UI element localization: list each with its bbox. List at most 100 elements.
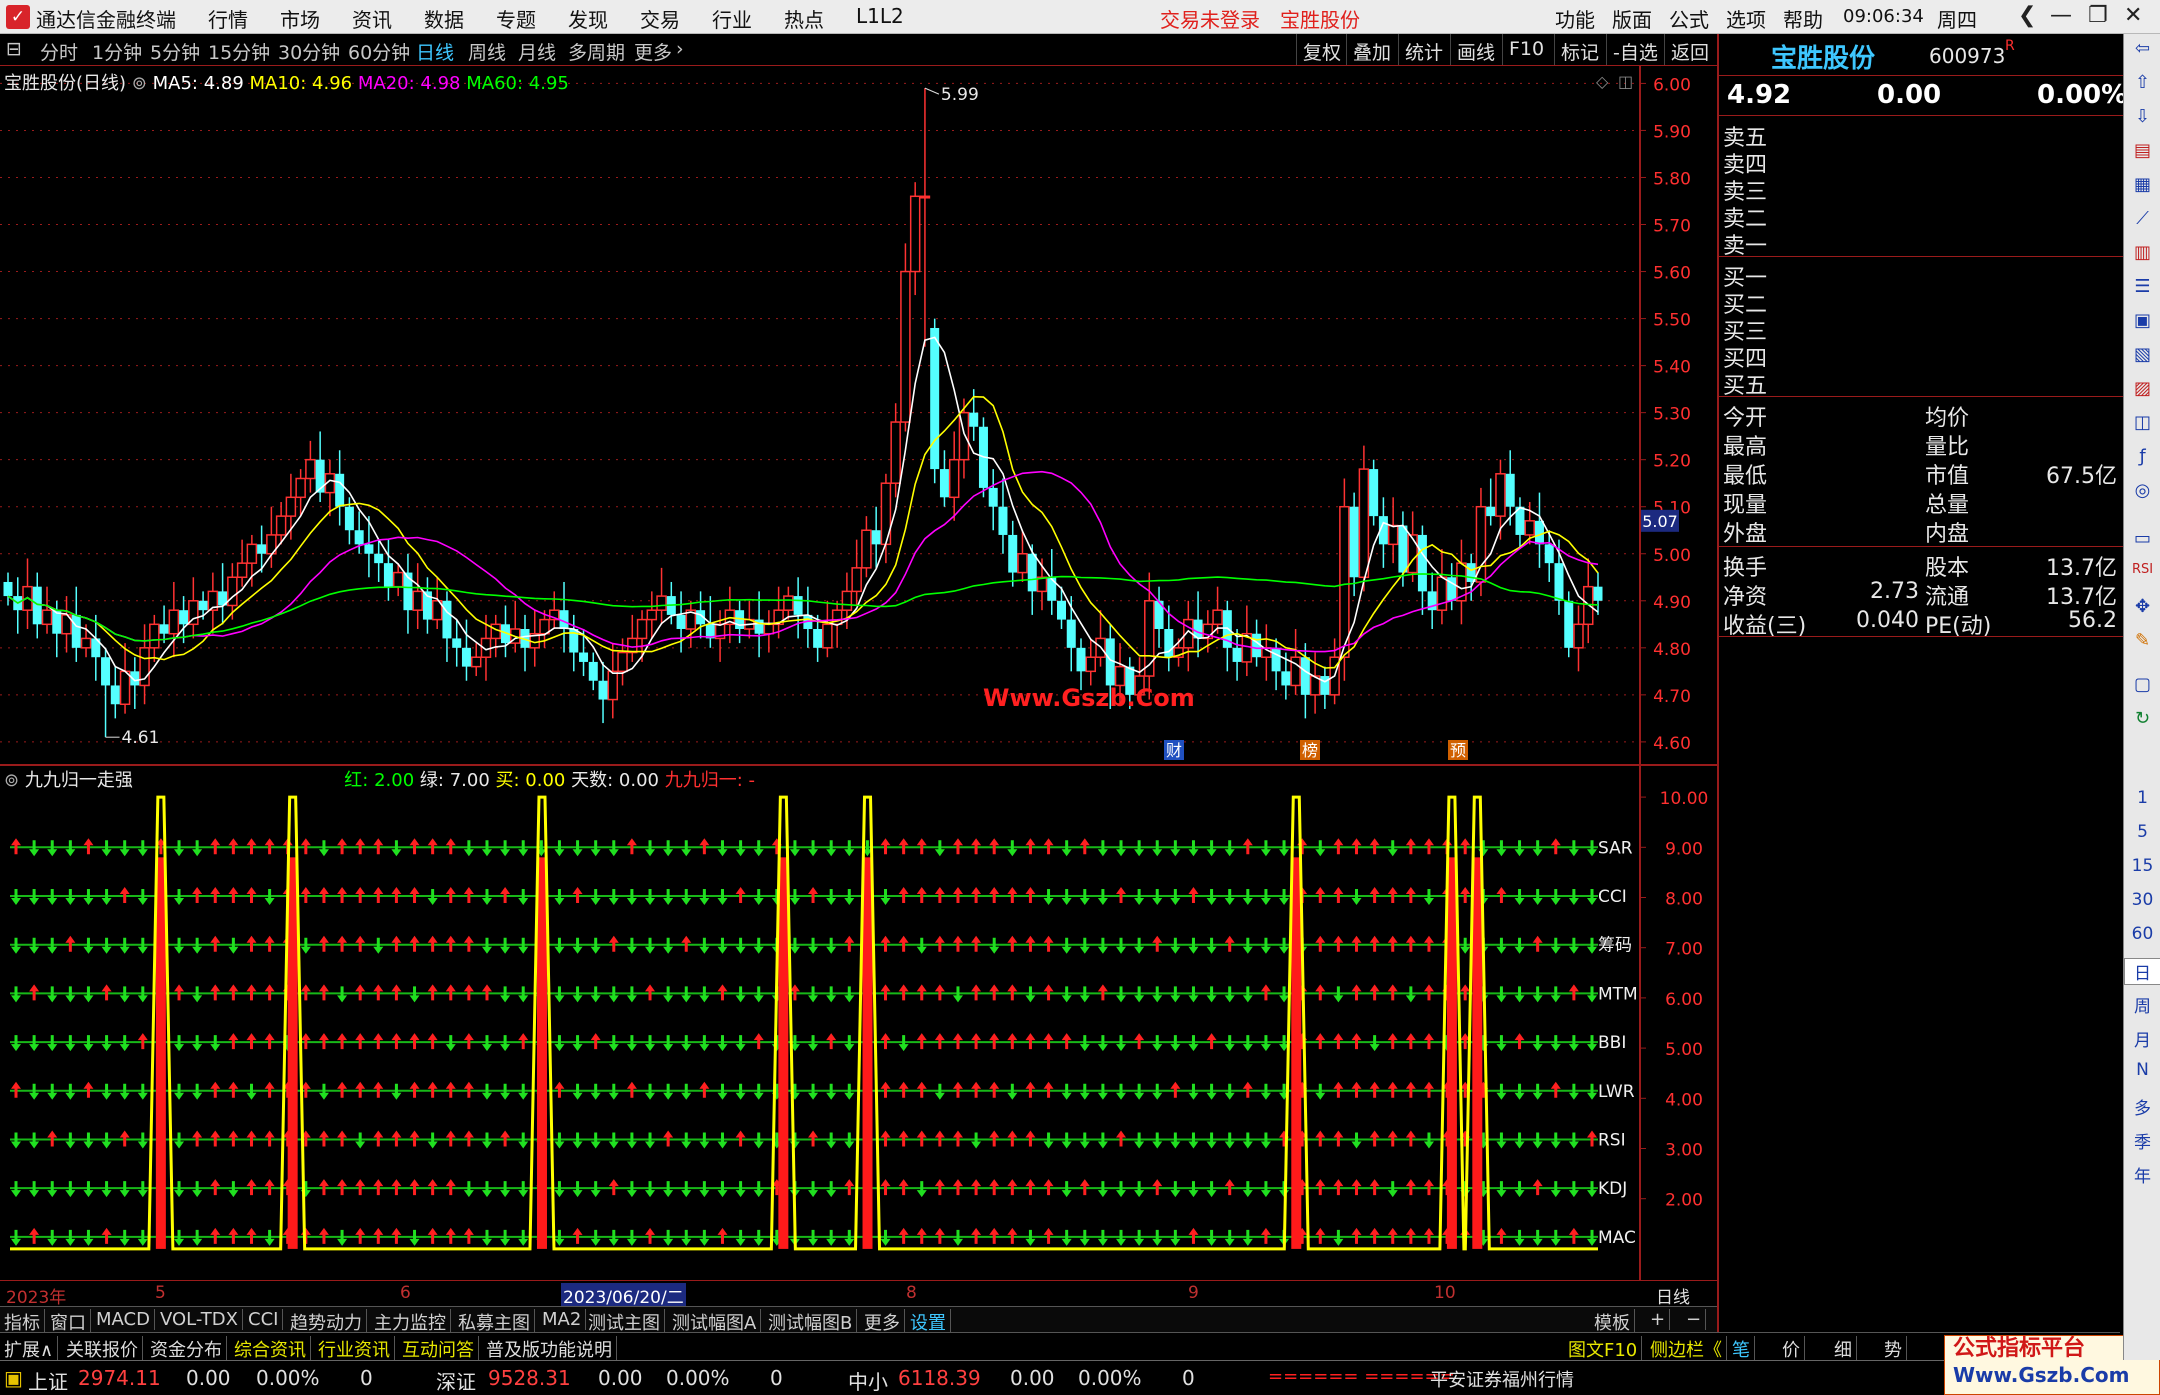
kline-icon[interactable]: ▥ [2124,242,2160,263]
menu-l1l2[interactable]: L1L2 [856,4,904,28]
sell-level-4[interactable]: 卖四 [1723,147,1767,178]
period-5min[interactable]: 5分钟 [150,38,200,65]
tab-fund-distribution[interactable]: 资金分布 [146,1336,227,1362]
refresh-icon[interactable]: ↻ [2124,708,2160,729]
buy-level-3[interactable]: 买三 [1723,314,1767,345]
menu-gongneng[interactable]: 功能 [1555,4,1595,33]
pencil-icon[interactable]: ✎ [2124,630,2160,651]
period-daily[interactable]: 日线 [416,38,454,65]
tab-vol-tdx[interactable]: VOL-TDX [156,1309,243,1330]
period-more[interactable]: 更多 [634,38,672,65]
f12-icon[interactable]: ◫ [2124,412,2160,433]
tab-industry-news[interactable]: 行业资讯 [314,1336,395,1362]
down-arrow-icon[interactable]: ⇩ [2124,106,2160,127]
sidebar-period-5[interactable]: 日 [2124,958,2160,985]
sell-level-2[interactable]: 卖二 [1723,201,1767,232]
period-weekly[interactable]: 周线 [468,38,506,65]
menu-hangye[interactable]: 行业 [712,4,752,33]
back-nav-icon[interactable]: ❮ [2018,3,2036,28]
buy-level-2[interactable]: 买二 [1723,287,1767,318]
menu-redian[interactable]: 热点 [784,4,824,33]
period-60min[interactable]: 60分钟 [348,38,410,65]
tab-related-quotes[interactable]: 关联报价 [62,1336,143,1362]
sidebar-period-6[interactable]: 周 [2124,992,2160,1017]
add-window-button[interactable]: + [1646,1309,1671,1330]
buy-level-5[interactable]: 买五 [1723,368,1767,399]
menu-gongshi[interactable]: 公式 [1669,4,1709,33]
period-1min[interactable]: 1分钟 [92,38,142,65]
sell-level-5[interactable]: 卖五 [1723,120,1767,151]
sh-name[interactable]: 上证 [28,1366,68,1395]
stats-icon[interactable]: ▭ [2124,528,2160,549]
zx-name[interactable]: 中小 [848,1366,888,1395]
tab-macd[interactable]: MACD [92,1309,155,1330]
legend-toggle-icon[interactable]: ⊚ [132,73,147,94]
chart-icon[interactable]: ▤ [2124,140,2160,161]
back-arrow-icon[interactable]: ⇦ [2124,38,2160,59]
menu-jiaoyi[interactable]: 交易 [640,4,680,33]
menu-banmian[interactable]: 版面 [1612,4,1652,33]
target-icon[interactable]: ◎ [2124,480,2160,501]
tool-f10[interactable]: F10 [1502,34,1550,65]
rsi-icon[interactable]: RSI [2124,562,2160,577]
tab-news[interactable]: 综合资讯 [230,1336,311,1362]
menu-zhuanti[interactable]: 专题 [496,4,536,33]
sidebar-period-1[interactable]: 5 [2124,822,2160,842]
chevron-right-icon[interactable]: › [676,38,684,60]
period-fenshi[interactable]: 分时 [40,38,78,65]
tool-diejia[interactable]: 叠加 [1346,34,1397,65]
tab-shi[interactable]: 势 [1880,1336,1907,1362]
tab-jia[interactable]: 价 [1778,1336,1805,1362]
indicator-chart[interactable]: 10.00 9.00 8.00 7.00 6.00 5.00 4.00 3.00 2.00 SAR… [0,766,1717,1280]
restore-icon[interactable]: ❐ [2088,3,2108,28]
sidebar-period-8[interactable]: N [2124,1060,2160,1080]
period-30min[interactable]: 30分钟 [278,38,340,65]
buy-level-1[interactable]: 买一 [1723,260,1767,291]
minimize-icon[interactable]: — [2050,3,2072,28]
sub-legend-toggle-icon[interactable]: ⊚ [4,770,19,791]
formula-icon[interactable]: ƒ [2124,446,2160,467]
move-icon[interactable]: ✥ [2124,596,2160,617]
tab-sidebar[interactable]: 侧边栏《 [1646,1336,1727,1362]
sidebar-period-4[interactable]: 60 [2124,924,2160,944]
close-icon[interactable]: ✕ [2124,3,2142,28]
up-arrow-icon[interactable]: ⇧ [2124,72,2160,93]
collapse-icon[interactable]: ⊟ [6,38,22,60]
f10-icon[interactable]: ▣ [2124,310,2160,331]
sz-name[interactable]: 深证 [436,1366,476,1395]
tool-huaxian[interactable]: 画线 [1450,34,1501,65]
sidebar-period-11[interactable]: 年 [2124,1162,2160,1187]
menu-xuanxiang[interactable]: 选项 [1726,4,1766,33]
sidebar-period-7[interactable]: 月 [2124,1026,2160,1051]
tool-fanhui[interactable]: 返回 [1664,34,1715,65]
menu-hangqing[interactable]: 行情 [208,4,248,33]
fs-icon[interactable]: ▢ [2124,674,2160,695]
remove-window-button[interactable]: − [1682,1309,1707,1330]
tool-biaoji[interactable]: 标记 [1554,34,1605,65]
tool-zixuan[interactable]: -自选 [1606,34,1664,65]
period-15min[interactable]: 15分钟 [208,38,270,65]
tool-fuquan[interactable]: 复权 [1296,34,1347,65]
tab-expand[interactable]: 扩展∧ [0,1336,59,1362]
doc-icon[interactable]: ▧ [2124,344,2160,365]
tool-tongji[interactable]: 统计 [1398,34,1449,65]
period-multi[interactable]: 多周期 [568,38,625,65]
tab-help[interactable]: 普及版功能说明 [482,1336,617,1362]
login-status[interactable]: 交易未登录 [1160,4,1260,33]
sell-level-1[interactable]: 卖一 [1723,228,1767,259]
grid-icon[interactable]: ▦ [2124,174,2160,195]
tab-cci[interactable]: CCI [244,1309,284,1330]
tab-qa[interactable]: 互动问答 [398,1336,479,1362]
menu-faxian[interactable]: 发现 [568,4,608,33]
menu-shuju[interactable]: 数据 [424,4,464,33]
menu-bangzhu[interactable]: 帮助 [1783,4,1823,33]
buy-level-4[interactable]: 买四 [1723,341,1767,372]
report-icon[interactable]: ▨ [2124,378,2160,399]
tab-bi[interactable]: 笔 [1728,1336,1755,1362]
menu-zixun[interactable]: 资讯 [352,4,392,33]
period-monthly[interactable]: 月线 [518,38,556,65]
sidebar-period-0[interactable]: 1 [2124,788,2160,808]
menu-shichang[interactable]: 市场 [280,4,320,33]
sidebar-period-10[interactable]: 季 [2124,1128,2160,1153]
sidebar-period-9[interactable]: 多 [2124,1094,2160,1119]
